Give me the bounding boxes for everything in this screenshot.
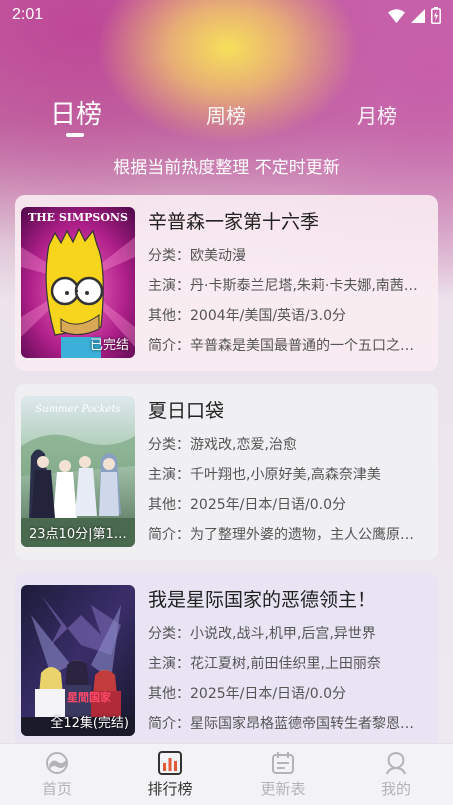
anime-other: 其他：2025年/日本/日语/0.0分 [148, 497, 347, 513]
ranking-tabs: 日榜 周榜 月榜 [0, 92, 453, 138]
tab-monthly[interactable]: 月榜 [357, 100, 397, 129]
status-time: 2:01 [12, 6, 44, 23]
nav-label: 我的 [380, 780, 411, 798]
anime-card[interactable]: Summer Pockets 23点10分|第12… 夏日口袋 分类：游戏改,恋… [15, 384, 438, 560]
nav-label: 首页 [41, 780, 72, 798]
anime-intro: 简介：为了整理外婆的遗物，主人公鹰原… [148, 527, 414, 543]
signal-icon [411, 8, 425, 23]
battery-icon [431, 7, 441, 24]
ranking-chart-icon [158, 751, 182, 775]
poster-title-text: Summer Pockets [35, 404, 120, 415]
profile-icon [386, 751, 406, 775]
status-bar: 2:01 [0, 0, 453, 30]
home-planet-icon [46, 752, 68, 774]
nav-home[interactable]: 首页 [12, 750, 102, 799]
status-badge: 23点10分|第12… [29, 527, 129, 542]
bottom-navigation: 首页 排行榜 更新表 我的 [0, 743, 453, 805]
anime-card[interactable]: 星間国家 全12集(完结) 我是星际国家的恶德领主！ 分类：小说改,战斗,机甲,… [15, 573, 438, 749]
poster-title-text: 星間国家 [67, 690, 112, 704]
anime-cast: 主演：花江夏树,前田佳织里,上田丽奈 [148, 656, 381, 672]
nav-ranking[interactable]: 排行榜 [125, 750, 215, 799]
calendar-icon [272, 752, 294, 774]
anime-card[interactable]: THE SIMPSONS 已完结 辛普森一家第十六季 分类：欧美动漫 主演：丹·… [15, 195, 438, 371]
anime-category: 分类：欧美动漫 [148, 248, 246, 264]
anime-cast: 主演：千叶翔也,小原好美,高森奈津美 [148, 467, 381, 483]
poster-image: 星間国家 全12集(完结) [21, 585, 135, 736]
ranking-subtitle: 根据当前热度整理 不定时更新 [113, 158, 340, 178]
tab-daily[interactable]: 日榜 [50, 94, 102, 131]
nav-label: 排行榜 [147, 780, 193, 798]
nav-label: 更新表 [260, 780, 306, 798]
wifi-icon [388, 8, 405, 23]
tab-weekly[interactable]: 周榜 [206, 100, 246, 129]
anime-intro: 简介：星际国家昂格蓝德帝国转生者黎恩… [148, 716, 414, 732]
anime-title: 夏日口袋 [148, 400, 225, 422]
active-tab-indicator [66, 133, 84, 137]
anime-title: 我是星际国家的恶德领主！ [148, 589, 377, 611]
anime-title: 辛普森一家第十六季 [148, 211, 320, 233]
anime-cast: 主演：丹·卡斯泰兰尼塔,朱莉·卡夫娜,南茜… [148, 278, 418, 294]
nav-profile[interactable]: 我的 [351, 750, 441, 799]
anime-other: 其他：2025年/日本/日语/0.0分 [148, 686, 347, 702]
anime-other: 其他：2004年/美国/英语/3.0分 [148, 308, 347, 324]
anime-intro: 简介：辛普森是美国最普通的一个五口之… [148, 338, 414, 354]
status-badge: 已完结 [89, 338, 129, 353]
poster-title-text: THE SIMPSONS [28, 211, 128, 224]
poster-image: Summer Pockets 23点10分|第12… [21, 396, 135, 547]
status-badge: 全12集(完结) [50, 716, 129, 731]
anime-category: 分类：小说改,战斗,机甲,后宫,异世界 [148, 626, 376, 642]
nav-schedule[interactable]: 更新表 [238, 750, 328, 799]
poster-image: THE SIMPSONS 已完结 [21, 207, 135, 358]
anime-category: 分类：游戏改,恋爱,治愈 [148, 437, 297, 453]
